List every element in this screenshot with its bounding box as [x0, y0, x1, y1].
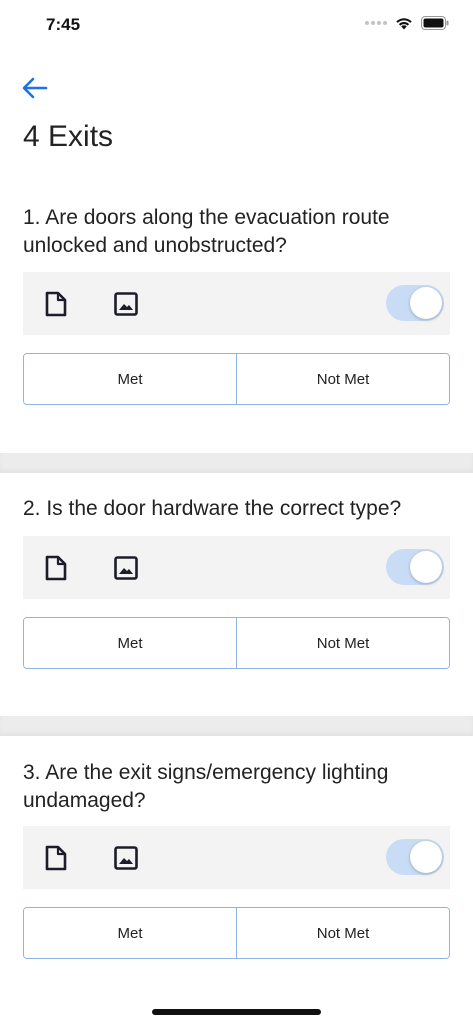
- not-met-button[interactable]: Not Met: [236, 354, 449, 404]
- page-title: 4 Exits: [23, 120, 114, 153]
- toggle-knob: [410, 287, 442, 319]
- question-2-toggle[interactable]: [386, 549, 444, 585]
- not-met-button[interactable]: Not Met: [236, 618, 449, 668]
- status-time: 7:45: [46, 15, 81, 34]
- question-1-toolbar: [23, 272, 450, 335]
- met-button[interactable]: Met: [24, 618, 236, 668]
- question-2-text: 2. Is the door hardware the correct type…: [23, 497, 402, 520]
- met-button[interactable]: Met: [24, 354, 236, 404]
- section-divider: [0, 716, 473, 736]
- home-indicator[interactable]: [152, 1009, 321, 1015]
- question-3-answer: Met Not Met: [23, 907, 450, 959]
- toggle-knob: [410, 551, 442, 583]
- section-divider: [0, 453, 473, 473]
- arrow-left-icon: [22, 77, 48, 99]
- toggle-knob: [410, 841, 442, 873]
- battery-icon: [421, 16, 449, 30]
- document-icon[interactable]: [43, 844, 69, 872]
- image-icon[interactable]: [113, 844, 139, 872]
- question-2-answer: Met Not Met: [23, 617, 450, 669]
- question-3-text: 3. Are the exit signs/emergency lighting…: [23, 761, 389, 812]
- question-3-toggle[interactable]: [386, 839, 444, 875]
- question-2-toolbar: [23, 536, 450, 599]
- document-icon[interactable]: [43, 290, 69, 318]
- image-icon[interactable]: [113, 554, 139, 582]
- back-button[interactable]: [18, 72, 52, 104]
- question-3-toolbar: [23, 826, 450, 889]
- question-1-toggle[interactable]: [386, 285, 444, 321]
- status-icons: [365, 16, 449, 30]
- signal-icon: [365, 21, 387, 25]
- question-1-text: 1. Are doors along the evacuation route …: [23, 206, 390, 257]
- status-bar: 7:45: [0, 0, 473, 54]
- image-icon[interactable]: [113, 290, 139, 318]
- not-met-button[interactable]: Not Met: [236, 908, 449, 958]
- document-icon[interactable]: [43, 554, 69, 582]
- question-1-answer: Met Not Met: [23, 353, 450, 405]
- wifi-icon: [396, 18, 412, 30]
- met-button[interactable]: Met: [24, 908, 236, 958]
